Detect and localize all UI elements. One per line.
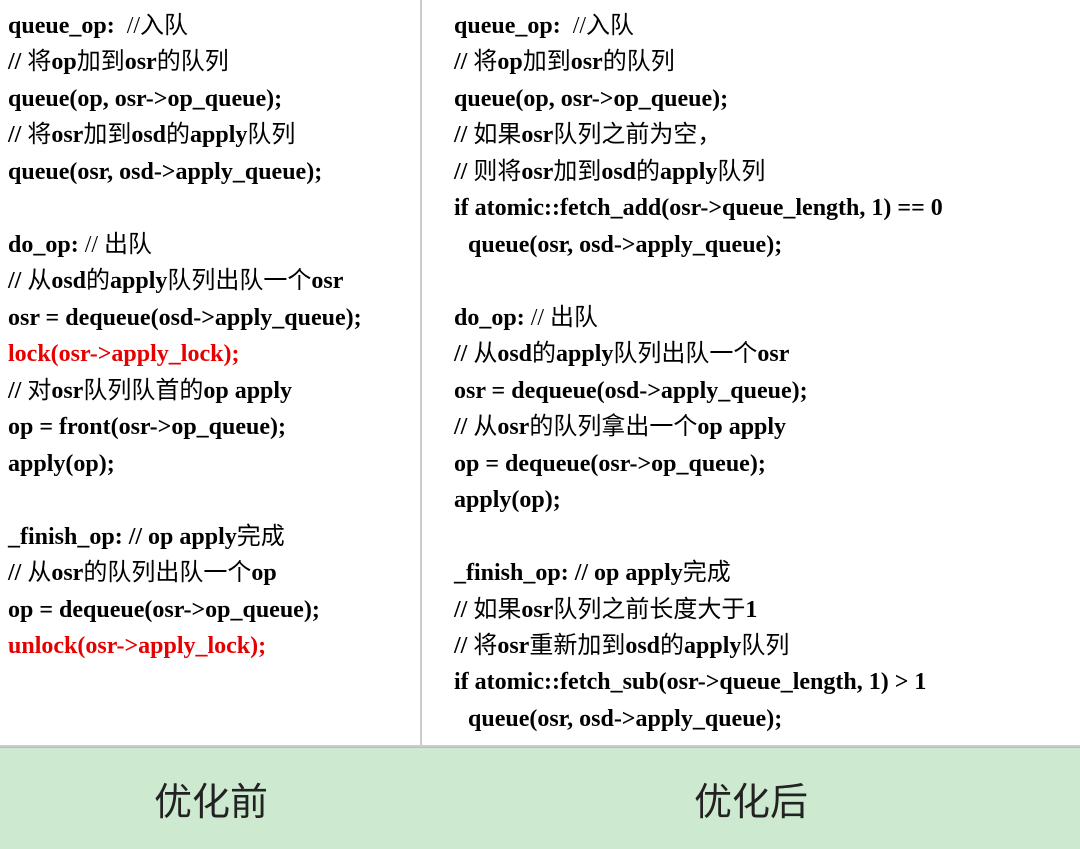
code-line: _finish_op: // op apply完成 (454, 555, 1072, 591)
blank-line (454, 263, 1072, 299)
code-line: unlock(osr->apply_lock); (8, 628, 412, 664)
code-line: if atomic::fetch_add(osr->queue_length, … (454, 190, 1072, 226)
code-line: queue(op, osr->op_queue); (454, 81, 1072, 117)
code-line: if atomic::fetch_sub(osr->queue_length, … (454, 664, 1072, 700)
after-column: queue_op: //入队// 将op加到osr的队列queue(op, os… (422, 0, 1080, 745)
before-column: queue_op: //入队// 将op加到osr的队列queue(op, os… (0, 0, 422, 745)
code-line: // 从osr的队列出队一个op (8, 555, 412, 591)
code-line: op = front(osr->op_queue); (8, 409, 412, 445)
code-line: // 将op加到osr的队列 (8, 44, 412, 80)
code-line: // 从osd的apply队列出队一个osr (454, 336, 1072, 372)
code-line: queue(op, osr->op_queue); (8, 81, 412, 117)
code-line: // 将op加到osr的队列 (454, 44, 1072, 80)
code-line: // 则将osr加到osd的apply队列 (454, 154, 1072, 190)
code-line: // 从osr的队列拿出一个op apply (454, 409, 1072, 445)
code-line: lock(osr->apply_lock); (8, 336, 412, 372)
code-comparison: queue_op: //入队// 将op加到osr的队列queue(op, os… (0, 0, 1080, 747)
code-line: // 如果osr队列之前长度大于1 (454, 592, 1072, 628)
blank-line (454, 519, 1072, 555)
code-line: do_op: // 出队 (454, 300, 1072, 336)
code-line: _finish_op: // op apply完成 (8, 519, 412, 555)
code-line: op = dequeue(osr->op_queue); (454, 446, 1072, 482)
code-line: // 对osr队列队首的op apply (8, 373, 412, 409)
code-line: queue(osr, osd->apply_queue); (454, 227, 1072, 263)
label-before: 优化前 (0, 771, 422, 826)
code-line: apply(op); (8, 446, 412, 482)
footer-labels: 优化前 优化后 (0, 747, 1080, 849)
code-line: queue(osr, osd->apply_queue); (8, 154, 412, 190)
code-line: osr = dequeue(osd->apply_queue); (8, 300, 412, 336)
code-line: op = dequeue(osr->op_queue); (8, 592, 412, 628)
code-line: // 如果osr队列之前为空， (454, 117, 1072, 153)
code-line: osr = dequeue(osd->apply_queue); (454, 373, 1072, 409)
blank-line (8, 482, 412, 518)
code-line: queue_op: //入队 (454, 8, 1072, 44)
code-line: apply(op); (454, 482, 1072, 518)
code-line: // 将osr重新加到osd的apply队列 (454, 628, 1072, 664)
code-line: queue(osr, osd->apply_queue); (454, 701, 1072, 737)
code-line: queue_op: //入队 (8, 8, 412, 44)
label-after: 优化后 (422, 771, 1080, 826)
code-line: // 从osd的apply队列出队一个osr (8, 263, 412, 299)
blank-line (8, 190, 412, 226)
code-line: do_op: // 出队 (8, 227, 412, 263)
code-line: // 将osr加到osd的apply队列 (8, 117, 412, 153)
